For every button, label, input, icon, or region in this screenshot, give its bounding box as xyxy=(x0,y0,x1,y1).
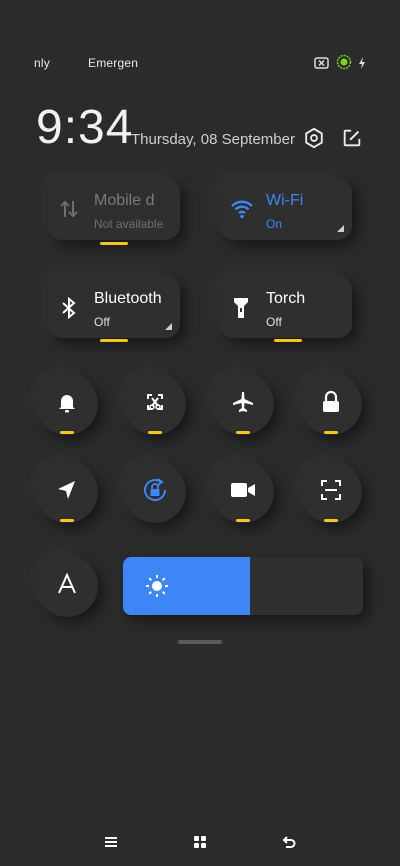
tile-mobile-data[interactable]: Mobile d Not available xyxy=(48,178,180,240)
tile-torch-name: Torch xyxy=(266,290,306,307)
location-icon xyxy=(55,478,79,507)
edit-icon[interactable] xyxy=(339,125,365,151)
battery-charging-icon xyxy=(336,54,352,75)
auto-brightness-icon xyxy=(55,572,79,601)
status-text-2: Emergen xyxy=(88,56,139,70)
tile-bluetooth-name: Bluetooth xyxy=(94,290,162,307)
tile-bluetooth-state: Off xyxy=(94,315,110,329)
lock-icon xyxy=(320,390,342,419)
screenshot-icon xyxy=(143,390,167,419)
torch-icon xyxy=(230,296,252,318)
tile-wifi-name: Wi-Fi xyxy=(266,192,304,209)
back-icon[interactable] xyxy=(277,832,301,852)
video-icon xyxy=(230,480,256,505)
battery-x-icon xyxy=(314,56,330,74)
home-icon[interactable] xyxy=(188,832,212,852)
tile-mobile-data-name: Mobile d xyxy=(94,192,155,209)
ringer-indicator xyxy=(60,431,74,434)
airplane-icon xyxy=(231,390,255,419)
tile-wifi-expand-icon[interactable] xyxy=(337,225,344,232)
tile-bluetooth[interactable]: Bluetooth Off xyxy=(48,276,180,338)
brightness-slider[interactable] xyxy=(123,557,363,615)
rotation-lock-icon xyxy=(141,476,169,509)
lock-toggle[interactable] xyxy=(300,373,362,435)
video-toggle[interactable] xyxy=(212,461,274,523)
clock-time[interactable]: 9:34 xyxy=(36,100,133,155)
status-icons xyxy=(314,54,366,75)
screenshot-indicator xyxy=(148,431,162,434)
wifi-icon xyxy=(230,198,253,220)
brightness-slider-fill[interactable] xyxy=(123,557,251,615)
tile-bluetooth-expand-icon[interactable] xyxy=(165,323,172,330)
scanner-indicator xyxy=(324,519,338,522)
tile-torch-state: Off xyxy=(266,315,282,329)
screenshot-toggle[interactable] xyxy=(124,373,186,435)
bluetooth-indicator xyxy=(100,339,128,342)
tile-wifi-state: On xyxy=(266,217,283,231)
airplane-indicator xyxy=(236,431,250,434)
scanner-toggle[interactable] xyxy=(300,461,362,523)
scanner-icon xyxy=(319,478,343,507)
menu-icon[interactable] xyxy=(99,832,123,852)
torch-indicator xyxy=(274,339,302,342)
rotation-lock-toggle[interactable] xyxy=(124,461,186,523)
mobile-data-indicator xyxy=(100,242,128,245)
date-label[interactable]: Thursday, 08 September xyxy=(131,131,295,148)
bell-icon xyxy=(55,390,79,419)
location-toggle[interactable] xyxy=(36,461,98,523)
auto-brightness-toggle[interactable] xyxy=(36,555,98,617)
sun-icon xyxy=(145,574,169,603)
tile-wifi[interactable]: Wi-Fi On xyxy=(220,178,352,240)
bolt-icon xyxy=(358,56,366,74)
video-indicator xyxy=(236,519,250,522)
ringer-toggle[interactable] xyxy=(36,373,98,435)
panel-drag-handle[interactable] xyxy=(178,640,222,644)
status-text-1: nly xyxy=(34,56,50,70)
settings-icon[interactable] xyxy=(301,125,327,151)
lock-indicator xyxy=(324,431,338,434)
tile-torch[interactable]: Torch Off xyxy=(220,276,352,338)
airplane-toggle[interactable] xyxy=(212,373,274,435)
location-indicator xyxy=(60,519,74,522)
mobile-data-icon xyxy=(58,198,80,220)
tile-mobile-data-state: Not available xyxy=(94,217,164,231)
bluetooth-icon xyxy=(58,296,80,320)
